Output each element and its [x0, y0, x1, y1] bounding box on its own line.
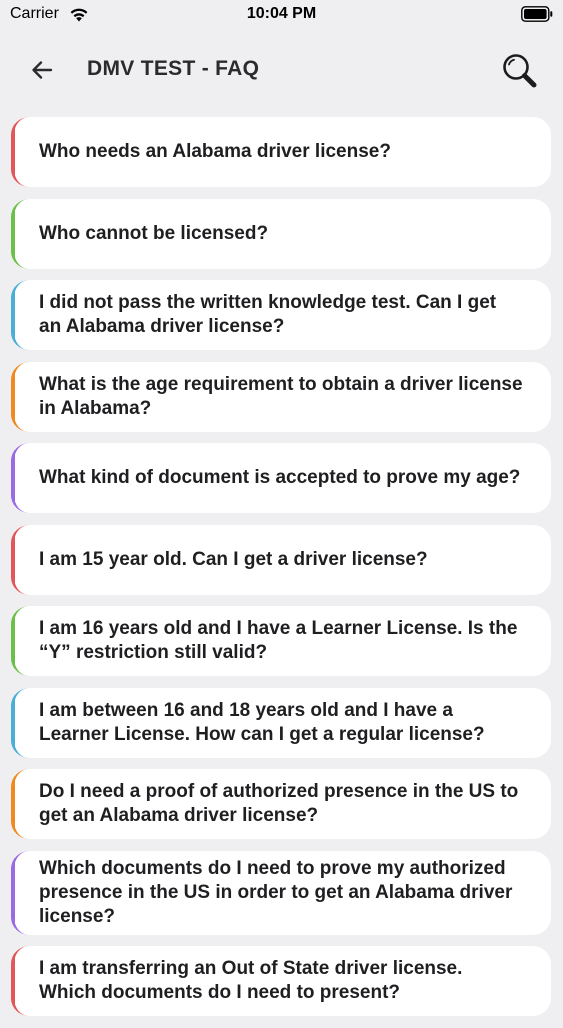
status-bar: Carrier 10:04 PM [0, 0, 563, 30]
faq-item[interactable]: I am transferring an Out of State driver… [11, 946, 551, 1016]
faq-item[interactable]: I am between 16 and 18 years old and I h… [11, 687, 551, 758]
faq-question: I am transferring an Out of State driver… [39, 958, 463, 1003]
faq-item[interactable]: I am 15 year old. Can I get a driver lic… [11, 524, 551, 595]
faq-question: Do I need a proof of authorized presence… [39, 781, 519, 826]
search-button[interactable] [499, 50, 541, 92]
faq-item[interactable]: I did not pass the written knowledge tes… [11, 280, 551, 350]
faq-question: I am 16 years old and I have a Learner L… [39, 618, 518, 663]
arrow-left-icon [32, 61, 53, 79]
faq-question: What kind of document is accepted to pro… [39, 467, 521, 488]
faq-question: I am 15 year old. Can I get a driver lic… [39, 548, 428, 570]
faq-question: I did not pass the written knowledge tes… [39, 292, 497, 337]
faq-item[interactable]: Do I need a proof of authorized presence… [11, 769, 551, 839]
faq-question: What is the age requirement to obtain a … [39, 373, 523, 419]
faq-question: Who cannot be licensed? [39, 222, 269, 244]
faq-item[interactable]: Who cannot be licensed? [11, 198, 551, 269]
faq-question: I am between 16 and 18 years old and I h… [39, 699, 485, 745]
back-button[interactable] [24, 52, 60, 88]
search-icon [503, 54, 537, 88]
faq-item[interactable]: What kind of document is accepted to pro… [11, 443, 551, 513]
faq-question: Who needs an Alabama driver license? [39, 141, 391, 162]
battery-icon [521, 6, 553, 22]
faq-item[interactable]: Who needs an Alabama driver license? [11, 117, 551, 187]
page-title: DMV TEST - FAQ [87, 57, 260, 80]
faq-item[interactable]: Which documents do I need to prove my au… [11, 850, 551, 935]
faq-list: Who needs an Alabama driver license? Who… [11, 117, 551, 1028]
faq-question: Which documents do I need to prove my au… [39, 857, 513, 927]
clock: 10:04 PM [246, 5, 317, 22]
navigation-bar: DMV TEST - FAQ [0, 40, 563, 100]
faq-item[interactable]: I am 16 years old and I have a Learner L… [11, 606, 551, 676]
faq-item[interactable]: What is the age requirement to obtain a … [11, 361, 551, 432]
